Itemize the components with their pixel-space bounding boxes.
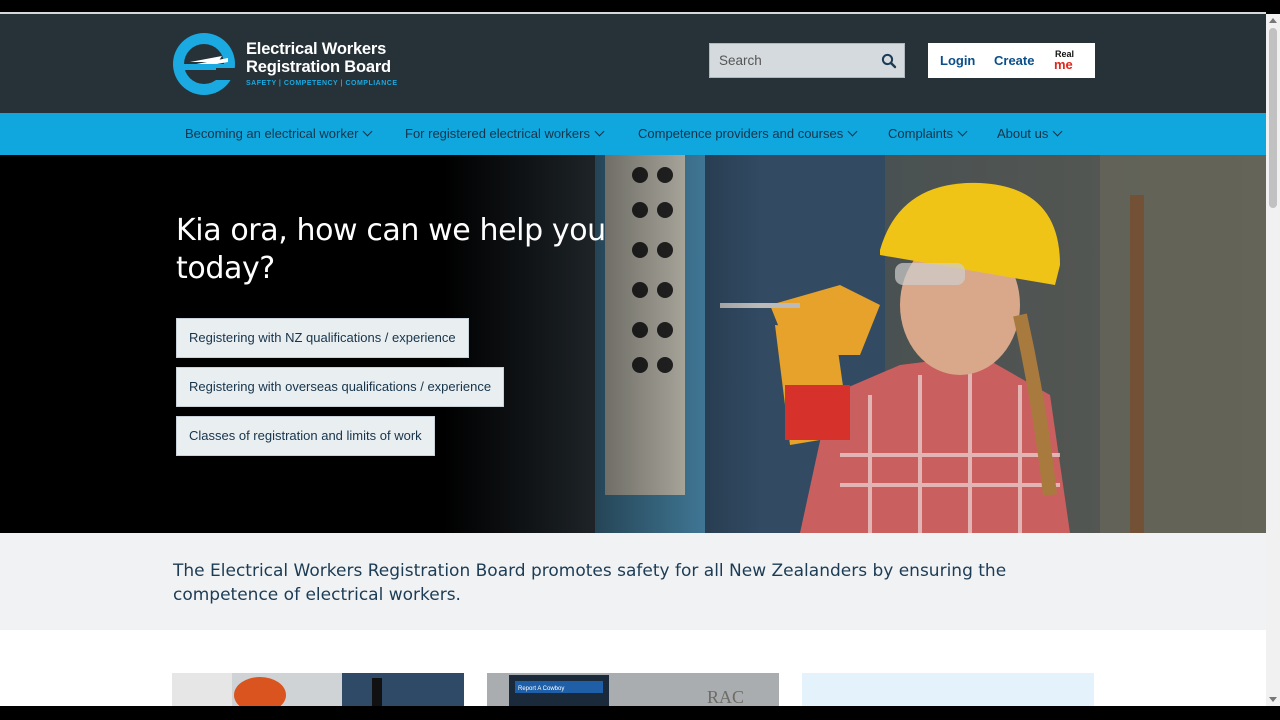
- worker-photo: [172, 673, 464, 706]
- search-icon[interactable]: [880, 52, 898, 70]
- nav-item-registered-electrical-workers[interactable]: For registered electrical workers: [405, 126, 605, 141]
- site-name: Electrical Workers Registration Board: [246, 40, 391, 76]
- scroll-thumb[interactable]: [1269, 28, 1277, 208]
- nav-item-label: Complaints: [888, 126, 954, 141]
- scroll-up-arrow-icon[interactable]: [1269, 18, 1277, 23]
- cards-section: Report A Cowboy RAC: [0, 630, 1266, 706]
- intro-section: The Electrical Workers Registration Boar…: [0, 533, 1266, 630]
- report-a-cowboy-photo: Report A Cowboy RAC: [487, 673, 779, 706]
- create-link[interactable]: Create: [994, 53, 1034, 68]
- search-box: [709, 43, 905, 78]
- classes-of-registration-button[interactable]: Classes of registration and limits of wo…: [176, 416, 435, 456]
- site-logo[interactable]: Electrical Workers Registration Board SA…: [172, 32, 402, 96]
- search-input[interactable]: [710, 44, 870, 77]
- page-scrollbar[interactable]: [1266, 14, 1280, 706]
- site-name-line1: Electrical Workers: [246, 40, 387, 58]
- nav-item-label: About us: [997, 126, 1049, 141]
- intro-text: The Electrical Workers Registration Boar…: [173, 561, 1007, 605]
- rac-sign-text: RAC: [707, 687, 744, 706]
- nav-item-becoming-electrical-worker[interactable]: Becoming an electrical worker: [185, 126, 373, 141]
- register-nz-qualifications-button[interactable]: Registering with NZ qualifications / exp…: [176, 318, 469, 358]
- chevron-down-icon: [594, 126, 605, 137]
- chevron-down-icon: [957, 126, 968, 137]
- page-viewport: Electrical Workers Registration Board SA…: [0, 14, 1266, 706]
- nav-item-complaints[interactable]: Complaints: [888, 126, 968, 141]
- register-overseas-qualifications-button[interactable]: Registering with overseas qualifications…: [176, 367, 505, 407]
- realme-logo-icon[interactable]: Real me: [1054, 48, 1082, 72]
- card-report-a-cowboy[interactable]: Report A Cowboy RAC: [487, 673, 779, 706]
- chevron-down-icon: [1052, 126, 1063, 137]
- card-worker[interactable]: [172, 673, 464, 706]
- main-nav: Becoming an electrical worker For regist…: [0, 113, 1266, 155]
- chevron-down-icon: [847, 126, 858, 137]
- chevron-down-icon: [362, 126, 373, 137]
- auth-box: Login Create Real me: [928, 43, 1095, 78]
- site-name-line2: Registration Board: [246, 58, 391, 76]
- card-light-panel[interactable]: [802, 673, 1094, 706]
- site-header: Electrical Workers Registration Board SA…: [0, 14, 1266, 113]
- site-tagline: SAFETY | COMPETENCY | COMPLIANCE: [246, 80, 398, 87]
- nav-item-label: For registered electrical workers: [405, 126, 590, 141]
- browser-bottom-bar: [0, 706, 1280, 720]
- nav-item-about-us[interactable]: About us: [997, 126, 1063, 141]
- ewrb-logo-icon: [173, 33, 236, 95]
- hero-banner: Kia ora, how can we help you today? Regi…: [0, 155, 1266, 533]
- hero-title: Kia ora, how can we help you today?: [176, 213, 606, 286]
- nav-item-label: Competence providers and courses: [638, 126, 844, 141]
- nav-item-label: Becoming an electrical worker: [185, 126, 359, 141]
- realme-logo-text-bottom: me: [1054, 57, 1073, 72]
- login-link[interactable]: Login: [940, 53, 975, 68]
- report-a-cowboy-caption: Report A Cowboy: [518, 686, 564, 692]
- nav-item-competence-providers[interactable]: Competence providers and courses: [638, 126, 858, 141]
- scroll-down-arrow-icon[interactable]: [1269, 697, 1277, 702]
